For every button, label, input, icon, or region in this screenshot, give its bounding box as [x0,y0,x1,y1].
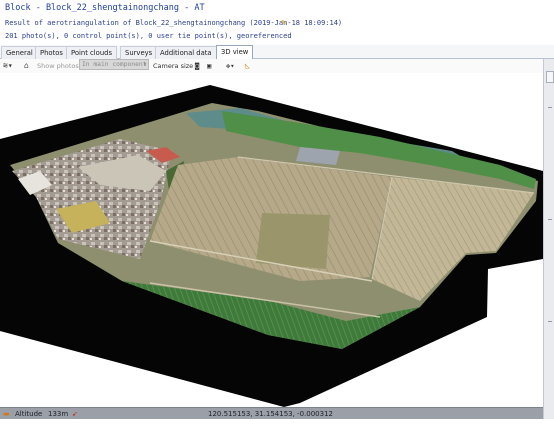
side-panel-edge [543,59,554,419]
navigation-mode-icon[interactable]: ✥▾ [226,60,234,72]
tab-bar: General Photos Point clouds Surveys Addi… [0,45,554,60]
aerotriangulation-result-text: Result of aerotriangulation of Block_22_… [5,19,343,27]
side-panel-divider [548,321,552,322]
screenshot-icon[interactable]: ▣ [207,60,211,72]
component-select-value: In main component [82,61,147,68]
photo-summary-text: 201 photo(s), 0 control point(s), 0 user… [5,32,292,40]
side-panel-divider [548,107,552,108]
north-arrow-icon: ➹ [72,410,78,418]
altitude-value: 133m [48,410,69,418]
component-select[interactable]: In main component ▾ [79,59,149,70]
side-panel-divider [548,219,552,220]
tab-additional-data[interactable]: Additional data [155,46,217,59]
cursor-coordinates: 120.515153, 31.154153, -0.000312 [208,410,333,418]
status-bar: ▬ Altitude 133m ➹ 120.515153, 31.154153,… [0,407,554,419]
layers-icon[interactable]: ≋▾ [3,60,13,72]
side-panel-toggle[interactable] [546,71,554,83]
pencil-icon[interactable]: ✎ [281,18,286,28]
window-title: Block - Block_22_shengtainongchang - AT [5,3,205,13]
measure-icon[interactable]: ◺ [245,60,250,72]
tab-3d-view[interactable]: 3D view [216,45,254,60]
altitude-icon: ▬ [3,410,10,418]
tab-photos[interactable]: Photos [35,46,68,59]
home-icon[interactable]: ⌂ [24,60,29,72]
3d-model-render[interactable] [0,73,543,407]
3d-viewport[interactable] [0,73,543,407]
camera-icon[interactable]: ◙ [195,60,199,72]
window-title-bar: Block - Block_22_shengtainongchang - AT [0,0,554,18]
field-patch [256,213,330,269]
tab-surveys[interactable]: Surveys [120,46,158,59]
tab-general[interactable]: General [1,46,38,59]
tab-point-clouds[interactable]: Point clouds [66,46,117,59]
altitude-label: Altitude [15,410,43,418]
chevron-down-icon: ▾ [143,61,147,68]
camera-size-label: Camera size [153,62,194,70]
show-photos-label: Show photos [37,62,79,70]
